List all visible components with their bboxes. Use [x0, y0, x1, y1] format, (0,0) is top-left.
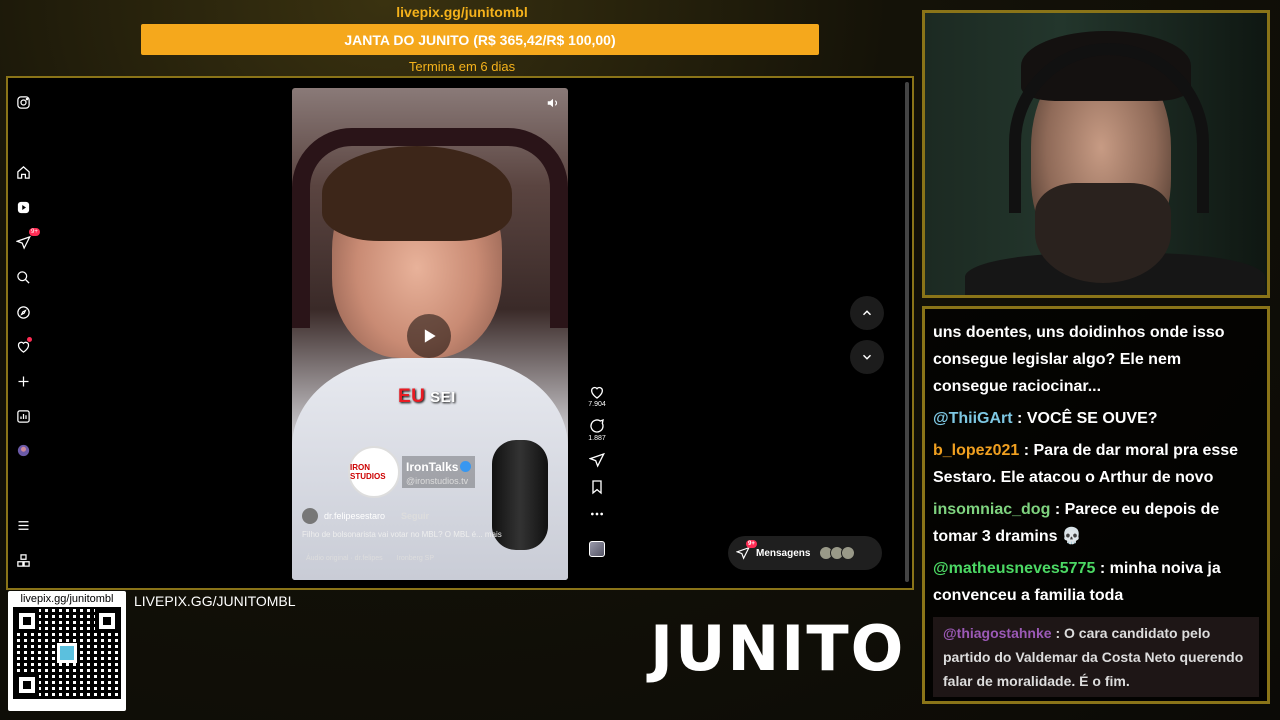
location-label[interactable]: Ironberg SP: [397, 555, 434, 562]
brand-text: IronTalks @ironstudios.tv: [402, 456, 476, 488]
direct-messages-icon[interactable]: 9+: [15, 228, 40, 250]
comment-icon: [590, 418, 604, 433]
video-caption: EU SEI: [398, 386, 456, 408]
reel-actions: 7.904 1.887: [584, 384, 610, 557]
qr-url: livepix.gg/junitombl: [20, 593, 114, 605]
caption-white-word: SEI: [430, 389, 456, 406]
author-username[interactable]: dr.felipesestaro: [324, 511, 385, 521]
likes-count: 7.904: [588, 401, 606, 408]
messages-label: Mensagens: [756, 547, 811, 559]
goal-progress-bar: JANTA DO JUNITO (R$ 365,42/R$ 100,00): [141, 24, 819, 55]
goal-ends: Termina em 6 dias: [408, 59, 516, 74]
explore-icon[interactable]: [15, 304, 31, 320]
chat-message-text: : VOCÊ SE OUVE?: [1017, 410, 1158, 427]
chat-username: @ThiiGArt: [933, 410, 1013, 427]
chevron-down-icon: [862, 354, 872, 360]
goal-url: livepix.gg/junitombl: [396, 4, 528, 20]
volume-icon[interactable]: [546, 96, 560, 110]
chat-message: @ThiiGArt : VOCÊ SE OUVE?: [933, 405, 1259, 432]
livepix-label: LIVEPIX.GG/JUNITOMBL: [134, 593, 296, 609]
goal-title: JANTA DO JUNITO (R$ 365,42/R$ 100,00): [344, 31, 616, 48]
chat-message: b_lopez021 : Para de dar moral pra esse …: [933, 437, 1259, 491]
direct-icon: [736, 546, 750, 560]
heart-icon[interactable]: [15, 337, 32, 354]
profile-avatar-icon[interactable]: [15, 442, 31, 458]
more-options-button[interactable]: [589, 506, 605, 523]
chat-username: b_lopez021: [933, 442, 1020, 459]
messages-avatars: [819, 546, 856, 560]
instagram-sidebar: 9+: [8, 78, 40, 588]
brand-handle: @ironstudios.tv: [406, 476, 469, 486]
heart-notification-dot: [27, 337, 32, 342]
audio-label[interactable]: Áudio original · dr.felipes: [306, 555, 383, 562]
scrollbar[interactable]: [905, 82, 909, 582]
messages-badge: 9+: [746, 540, 757, 548]
reels-icon[interactable]: [15, 199, 31, 215]
instagram-window: 9+ EU SEI IRON STUDIOS IronTalks @ironst…: [6, 76, 914, 590]
author-avatar[interactable]: [302, 508, 318, 524]
follow-button[interactable]: Seguir: [401, 511, 429, 521]
messages-button[interactable]: 9+ Mensagens: [728, 536, 882, 570]
previous-reel-button[interactable]: [850, 296, 884, 330]
bookmark-icon: [592, 480, 602, 495]
instagram-logo-icon[interactable]: [15, 94, 31, 110]
like-button[interactable]: 7.904: [588, 384, 606, 408]
play-button[interactable]: [407, 314, 451, 358]
notifications-badge: 9+: [29, 228, 40, 236]
save-button[interactable]: [589, 479, 605, 496]
reel-author-row: dr.felipesestaro Seguir: [302, 508, 429, 524]
heart-icon: [591, 386, 603, 399]
live-chat: uns doentes, uns doidinhos onde isso con…: [922, 306, 1270, 704]
chat-message: @matheusneves5775 : minha noiva ja conve…: [933, 555, 1259, 609]
play-icon: [424, 329, 436, 343]
more-apps-icon[interactable]: [15, 552, 31, 568]
livepix-qr-card: livepix.gg/junitombl: [8, 591, 126, 711]
audio-row: Áudio original · dr.felipes Ironberg SP: [306, 555, 434, 562]
brand-name: IronTalks: [406, 460, 459, 474]
chat-message-text: uns doentes, uns doidinhos onde isso con…: [933, 324, 1225, 395]
junito-logo: JUNITO: [650, 612, 906, 685]
caption-red-word: EU: [398, 386, 426, 407]
audio-thumbnail[interactable]: [589, 541, 605, 557]
chat-message: insomniac_dog : Parece eu depois de toma…: [933, 496, 1259, 550]
chat-username: @matheusneves5775: [933, 560, 1096, 577]
person-hair: [322, 146, 512, 241]
create-icon[interactable]: [15, 373, 31, 389]
more-icon: [591, 512, 603, 516]
iron-studios-logo: IRON STUDIOS: [348, 446, 400, 498]
next-reel-button[interactable]: [850, 340, 884, 374]
search-icon[interactable]: [15, 269, 31, 285]
home-icon[interactable]: [15, 164, 31, 180]
chat-username: insomniac_dog: [933, 501, 1051, 518]
share-button[interactable]: [589, 452, 605, 469]
qr-code: [13, 607, 121, 699]
brand-overlay: IRON STUDIOS IronTalks @ironstudios.tv: [348, 446, 476, 498]
share-icon: [589, 452, 605, 468]
verified-icon: [460, 461, 472, 473]
comments-count: 1.887: [588, 435, 606, 442]
chat-message: uns doentes, uns doidinhos onde isso con…: [933, 319, 1259, 400]
chevron-up-icon: [862, 310, 872, 316]
dashboard-icon[interactable]: [15, 408, 31, 424]
chat-message: @thiagostahnke : O cara candidato pelo p…: [933, 617, 1259, 697]
menu-icon[interactable]: [15, 517, 31, 533]
streamer-webcam: [922, 10, 1270, 298]
comment-button[interactable]: 1.887: [588, 418, 606, 442]
reel-video[interactable]: EU SEI IRON STUDIOS IronTalks @ironstudi…: [292, 88, 568, 580]
reel-description[interactable]: Filho de bolsonarista vai votar no MBL? …: [302, 530, 502, 539]
chat-username: @thiagostahnke: [943, 625, 1052, 641]
